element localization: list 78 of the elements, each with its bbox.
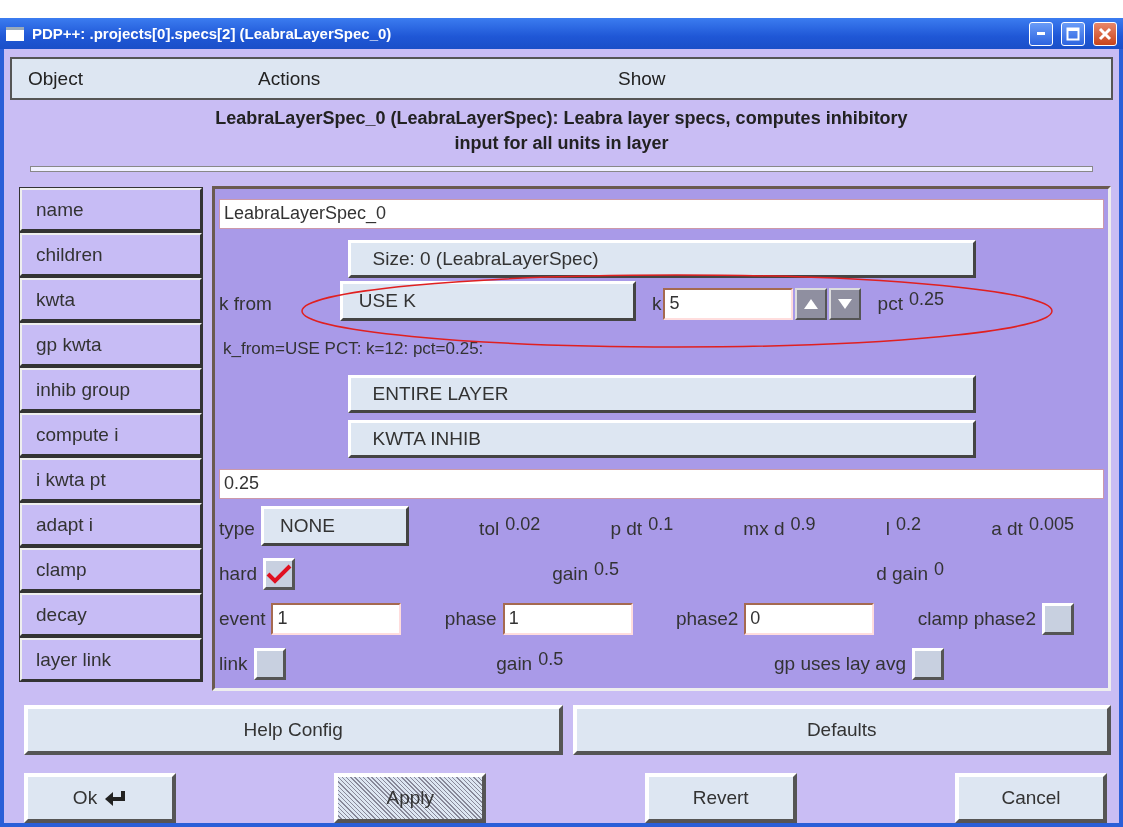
maximize-icon bbox=[1066, 26, 1080, 41]
field-label: phase bbox=[444, 607, 497, 630]
field-name-button[interactable]: kwta bbox=[20, 278, 202, 321]
checkbox[interactable] bbox=[263, 557, 296, 590]
dialog-button[interactable]: Help Config bbox=[24, 705, 563, 755]
menu-item[interactable]: Object bbox=[28, 67, 258, 90]
option-menu-button[interactable]: USE K bbox=[339, 280, 636, 321]
field-label: k bbox=[651, 292, 662, 315]
field-value: 0 bbox=[934, 559, 944, 580]
field-label: mx d bbox=[743, 517, 785, 540]
field-value: 0.25 bbox=[908, 289, 944, 310]
field-label: a dt bbox=[991, 517, 1023, 540]
field-name-button[interactable]: decay bbox=[20, 593, 202, 636]
field-label: tol bbox=[479, 517, 500, 540]
checkbox[interactable] bbox=[1042, 602, 1074, 635]
field-label: l bbox=[885, 517, 890, 540]
input-field[interactable]: 0.25 bbox=[219, 468, 1104, 499]
field-name-button[interactable]: children bbox=[20, 233, 202, 276]
enter-arrow-icon bbox=[105, 790, 128, 806]
maximize-button[interactable] bbox=[1061, 21, 1085, 46]
checkbox[interactable] bbox=[253, 647, 286, 680]
checkmark-icon bbox=[266, 563, 293, 584]
option-menu-button[interactable]: NONE bbox=[260, 505, 409, 546]
field-label: phase2 bbox=[676, 607, 739, 630]
input-field[interactable]: 0 bbox=[744, 602, 875, 635]
increment-button[interactable] bbox=[795, 287, 828, 320]
field-value: 0.5 bbox=[594, 559, 620, 580]
field-value: 0.02 bbox=[505, 514, 541, 535]
field-label: event bbox=[219, 607, 266, 630]
field-value: 0.5 bbox=[538, 649, 564, 670]
field-name-button[interactable]: compute i bbox=[20, 413, 202, 456]
dialog-button[interactable]: Revert bbox=[644, 773, 797, 823]
input-field[interactable]: 1 bbox=[271, 602, 402, 635]
field-label: p dt bbox=[610, 517, 643, 540]
field-name-button[interactable]: i kwta pt bbox=[20, 458, 202, 501]
field-label: type bbox=[219, 517, 255, 540]
close-icon bbox=[1098, 26, 1112, 41]
menu-item[interactable]: Show bbox=[618, 67, 1111, 90]
input-field[interactable]: LeabraLayerSpec_0 bbox=[219, 198, 1104, 229]
field-value: 0.2 bbox=[896, 514, 921, 535]
window-icon bbox=[6, 26, 24, 41]
field-label: gain bbox=[496, 652, 533, 675]
decrement-button[interactable] bbox=[829, 287, 862, 320]
field-label: gain bbox=[552, 562, 589, 585]
option-menu-button[interactable]: Size: 0 (LeabraLayerSpec) bbox=[347, 239, 976, 278]
input-field[interactable]: 5 bbox=[663, 287, 794, 320]
close-button[interactable] bbox=[1093, 21, 1117, 46]
field-name-button[interactable]: adapt i bbox=[20, 503, 202, 546]
field-name-button[interactable]: layer link bbox=[20, 638, 202, 681]
window-title: PDP++: .projects[0].specs[2] (LeabraLayerSpec_0) bbox=[32, 25, 393, 43]
field-value: 0.9 bbox=[790, 514, 816, 535]
up-triangle-icon bbox=[804, 298, 819, 309]
field-label: gp uses lay avg bbox=[773, 652, 906, 675]
minimize-button[interactable] bbox=[1029, 21, 1053, 46]
field-label: hard bbox=[219, 562, 258, 585]
option-menu-button[interactable]: ENTIRE LAYER bbox=[347, 374, 976, 413]
field-label: k from bbox=[219, 292, 272, 315]
dialog-button[interactable]: Cancel bbox=[955, 773, 1107, 823]
dialog-button[interactable]: Defaults bbox=[572, 705, 1111, 755]
checkbox[interactable] bbox=[912, 647, 944, 680]
menu-item[interactable]: Actions bbox=[258, 67, 618, 90]
field-label: clamp phase2 bbox=[917, 607, 1036, 630]
object-description: LeabraLayerSpec_0 (LeabraLayerSpec): Leabra layer specs, computes inhibitory input for all units in layer bbox=[214, 107, 909, 156]
field-name-button[interactable]: gp kwta bbox=[20, 323, 202, 366]
input-field[interactable]: 1 bbox=[502, 602, 633, 635]
field-value: 0.005 bbox=[1028, 514, 1074, 535]
field-name-button[interactable]: clamp bbox=[20, 548, 202, 591]
field-label: link bbox=[219, 652, 248, 675]
option-menu-button[interactable]: KWTA INHIB bbox=[347, 419, 976, 458]
field-value: 0.1 bbox=[648, 514, 674, 535]
info-text: k_from=USE PCT: k=12: pct=0.25: bbox=[222, 338, 484, 359]
dialog-button[interactable]: Ok bbox=[24, 773, 176, 823]
field-label: pct bbox=[877, 292, 903, 315]
field-name-button[interactable]: inhib group bbox=[20, 368, 202, 411]
down-triangle-icon bbox=[838, 298, 853, 309]
field-name-button[interactable]: name bbox=[20, 188, 202, 231]
field-label: d gain bbox=[876, 562, 928, 585]
minimize-icon bbox=[1037, 32, 1045, 36]
